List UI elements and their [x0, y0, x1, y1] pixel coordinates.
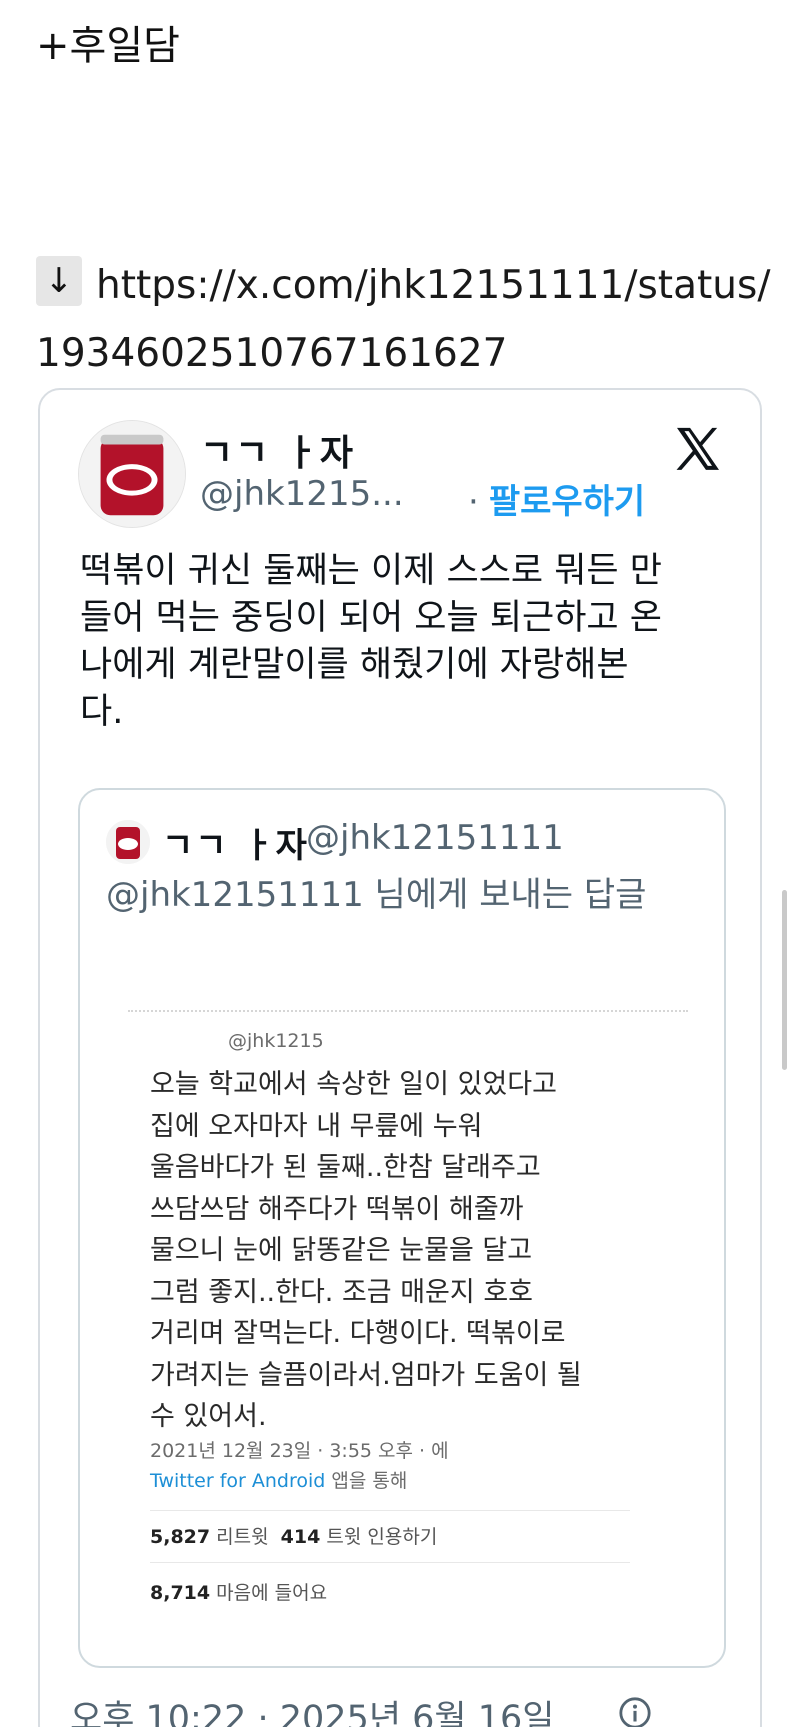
embedded-tweet-card[interactable]: ㄱㄱ ㅏ자 @jhk1215... · 팔로우하기 떡볶이 귀신 둘째는 이제 스… [38, 388, 762, 1727]
like-count: 8,714 [150, 1582, 211, 1604]
quoted-tweet-card[interactable]: ㄱㄱ ㅏ자 @jhk12151111 @jhk12151111 님에게 보내는 … [78, 788, 726, 1668]
scrollbar-thumb[interactable] [782, 890, 787, 1070]
x-logo-icon[interactable] [670, 422, 726, 478]
down-arrow-icon: ↓ [36, 256, 82, 306]
follow-area: · 팔로우하기 [468, 474, 645, 523]
quote-count: 414 [280, 1526, 321, 1548]
screenshot-source-suffix: 앱을 통해 [325, 1470, 408, 1492]
quote-author-name: ㄱㄱ ㅏ자 [162, 826, 309, 866]
post-header-text: +후일담 [36, 23, 180, 69]
reply-to-line: @jhk12151111 님에게 보내는 답글 [106, 875, 647, 915]
quote-label: 트윗 인용하기 [320, 1526, 438, 1548]
tweet-link-row: ↓ https://x.com/jhk12151111/status/193460… [36, 252, 776, 388]
dr-pepper-can-icon [79, 421, 185, 527]
divider [150, 1562, 630, 1563]
screenshot-tweet-text: 오늘 학교에서 속상한 일이 있었다고 집에 오자마자 내 무릎에 누워 울음바… [150, 1069, 582, 1432]
screenshot-image: @jhk1215 오늘 학교에서 속상한 일이 있었다고 집에 오자마자 내 무… [128, 1000, 688, 1666]
screenshot-handle: @jhk1215 [228, 1030, 324, 1052]
screenshot-source: Twitter for Android 앱을 통해 [150, 1466, 407, 1493]
follow-button[interactable]: 팔로우하기 [489, 482, 645, 522]
divider [128, 1010, 688, 1012]
author-avatar[interactable] [78, 420, 186, 528]
like-label: 마음에 들어요 [210, 1582, 328, 1604]
info-icon[interactable] [618, 1696, 652, 1727]
separator-dot: · [468, 482, 479, 522]
screenshot-stats: 5,827 리트윗 414 트윗 인용하기 [150, 1522, 437, 1549]
quote-author-handle: @jhk12151111 [306, 818, 564, 858]
quote-author-avatar [106, 820, 150, 864]
tweet-timestamp[interactable]: 오후 10:22 · 2025년 6월 16일 [70, 1690, 555, 1727]
screenshot-date: 2021년 12월 23일 · 3:55 오후 · 에 [150, 1440, 449, 1462]
retweet-count: 5,827 [150, 1526, 211, 1548]
author-handle[interactable]: @jhk1215... [200, 474, 404, 514]
tweet-url-link[interactable]: https://x.com/jhk12151111/status/1934602… [36, 263, 770, 376]
tweet-text: 떡볶이 귀신 둘째는 이제 스스로 뭐든 만 들어 먹는 중딩이 되어 오늘 퇴… [80, 551, 662, 732]
divider [150, 1510, 630, 1511]
screenshot-likes: 8,714 마음에 들어요 [150, 1578, 327, 1605]
retweet-label: 리트윗 [210, 1526, 281, 1548]
author-name[interactable]: ㄱㄱ ㅏ자 [200, 424, 355, 476]
dr-pepper-can-icon [106, 820, 150, 864]
screenshot-source-link: Twitter for Android [150, 1470, 326, 1492]
